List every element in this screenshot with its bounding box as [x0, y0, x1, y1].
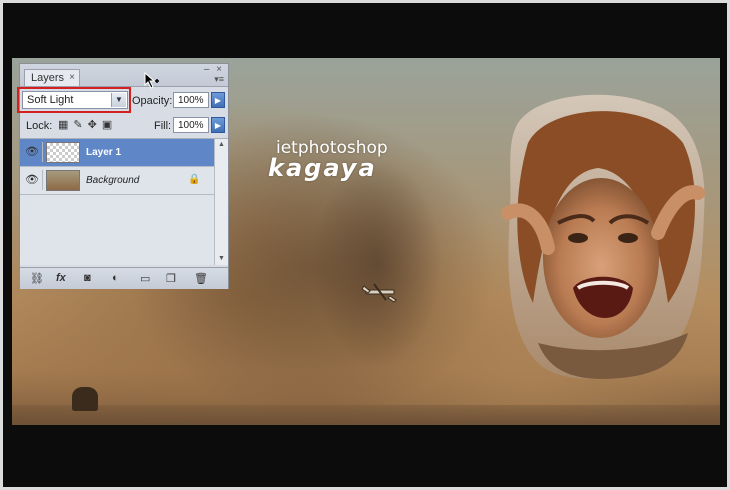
layers-scrollbar[interactable]: ▲ ▼ [214, 139, 228, 265]
opacity-input[interactable]: 100% [173, 92, 209, 108]
lock-label: Lock: [26, 120, 53, 132]
fill-label: Fill: [154, 120, 172, 132]
layers-list: 👁 Layer 1 👁 Background 🔒 [20, 139, 214, 265]
group-folder-icon[interactable]: ▭ [140, 272, 150, 285]
layer-name: Layer 1 [86, 147, 122, 158]
desert-ground [12, 405, 720, 425]
fill-arrow-icon[interactable]: ▶ [211, 117, 225, 133]
layer-row-layer-1[interactable]: 👁 Layer 1 [20, 139, 214, 167]
eye-icon[interactable]: 👁 [22, 170, 43, 190]
trash-icon[interactable]: 🗑 [194, 272, 208, 285]
adjustment-icon[interactable]: ◐ [112, 272, 119, 284]
lock-icon: 🔒 [188, 174, 201, 185]
rock-formation [72, 387, 98, 411]
red-highlight-annotation [17, 87, 131, 113]
screenshot-frame: ietphotoshop kagaya Layers × – × ▾≡ Soft… [0, 0, 730, 490]
fill-input[interactable]: 100% [173, 117, 209, 133]
lock-options-icons[interactable]: ▦✎✥▣ [58, 118, 117, 131]
eye-icon[interactable]: 👁 [22, 142, 43, 162]
scroll-up-icon[interactable]: ▲ [215, 139, 228, 151]
close-icon[interactable]: × [69, 72, 75, 83]
layer-thumbnail [46, 142, 80, 163]
panel-menu-icon[interactable]: ▾≡ [214, 74, 224, 85]
tab-layers[interactable]: Layers × [24, 69, 80, 86]
tab-layers-label: Layers [31, 72, 65, 84]
move-cursor-icon [144, 72, 159, 89]
layer-thumbnail [46, 170, 80, 191]
link-icon[interactable]: ⛓ [30, 272, 44, 285]
blend-opacity-row: Soft Light ▼ Opacity: 100% ▶ [17, 86, 228, 113]
opacity-label: Opacity: [132, 95, 173, 107]
panel-tab-bar: Layers × – × ▾≡ [20, 64, 228, 87]
layer-name: Background [86, 175, 140, 186]
dust-storm-shadow [312, 158, 442, 368]
fx-icon[interactable]: fx [56, 272, 66, 284]
lock-fill-row: Lock: ▦✎✥▣ Fill: 100% ▶ [20, 112, 228, 139]
watermark-brand-text: kagaya [268, 154, 377, 182]
girl-portrait-layer [501, 94, 705, 379]
scroll-down-icon[interactable]: ▼ [215, 253, 228, 265]
opacity-arrow-icon[interactable]: ▶ [211, 92, 225, 108]
layers-panel: Layers × – × ▾≡ Soft Light ▼ Opacity: 10… [17, 63, 229, 289]
new-layer-icon[interactable]: ❐ [166, 272, 176, 285]
layer-row-background[interactable]: 👁 Background 🔒 [20, 167, 214, 195]
mask-icon[interactable]: ◙ [84, 272, 91, 284]
layers-bottom-toolbar: ⛓ fx ◙ ◐ ▭ ❐ 🗑 [20, 267, 228, 289]
watermark-logo: ietphotoshop kagaya [260, 138, 410, 182]
airplane-image [361, 283, 397, 303]
